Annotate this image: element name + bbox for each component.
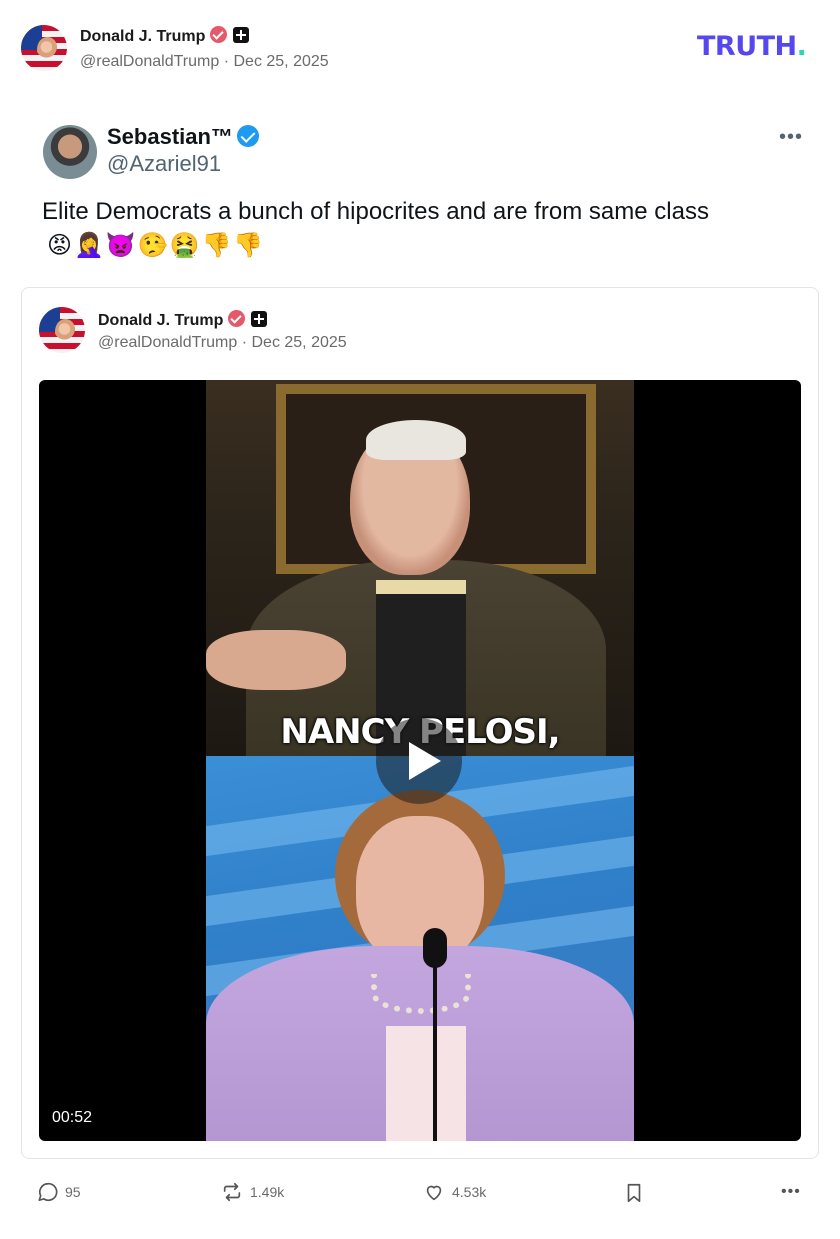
embedded-author-avatar [43, 125, 97, 179]
truth-logo[interactable]: TRUTH. [697, 31, 807, 62]
necklace [371, 974, 471, 1014]
author-meta: @realDonaldTrump · Dec 25, 2025 [80, 53, 329, 70]
video-duration: 00:52 [52, 1109, 93, 1126]
bookmark-button[interactable] [623, 1181, 645, 1205]
more-icon: ••• [781, 1183, 801, 1200]
author-avatar[interactable] [21, 25, 67, 71]
play-icon[interactable] [376, 718, 462, 804]
video-player[interactable]: NANCY PELOSI, 00:52 [39, 380, 801, 1141]
woman-top [386, 1026, 466, 1141]
embedded-post-text: Elite Democrats a bunch of hipocrites an… [42, 198, 709, 225]
embedded-post-emojis: 😡🤦‍♀️👿🤥🤮👎👎 [47, 231, 266, 259]
reply-button[interactable]: 95 [37, 1181, 81, 1203]
quoted-author-meta: @realDonaldTrump · Dec 25, 2025 [98, 334, 347, 351]
retruth-count: 1.49k [250, 1184, 285, 1200]
man-hair [366, 420, 466, 460]
x-verified-icon [236, 125, 259, 147]
quoted-post-date[interactable]: Dec 25, 2025 [251, 334, 346, 351]
plus-badge-icon [251, 311, 268, 327]
woman-face [356, 816, 484, 966]
heart-icon [426, 1185, 442, 1201]
repost-icon [223, 1182, 241, 1202]
plus-badge-icon [233, 27, 250, 43]
microphone-icon [423, 928, 447, 968]
video-frame-bottom [206, 756, 634, 1141]
reply-count: 95 [65, 1184, 81, 1200]
video-frame-top: NANCY PELOSI, [206, 380, 634, 760]
like-button[interactable]: 4.53k [422, 1181, 486, 1203]
embedded-more-icon: ••• [779, 126, 804, 148]
author-handle[interactable]: @realDonaldTrump [80, 53, 219, 70]
quoted-author-name[interactable]: Donald J. Trump [98, 312, 223, 329]
post-date[interactable]: Dec 25, 2025 [233, 53, 328, 70]
embedded-author-name-row: Sebastian™ [107, 124, 259, 150]
embedded-author-name: Sebastian™ [107, 124, 233, 149]
more-button[interactable]: ••• [781, 1183, 801, 1201]
verified-badge-icon [228, 310, 246, 327]
man-hand [206, 630, 346, 690]
comment-icon [38, 1182, 58, 1202]
quoted-author-avatar[interactable] [39, 307, 85, 353]
verified-badge-icon [210, 26, 228, 43]
retruth-button[interactable]: 1.49k [220, 1181, 284, 1203]
embedded-author-handle: @Azariel91 [107, 151, 222, 176]
bookmark-icon [627, 1183, 641, 1203]
quoted-author-name-row[interactable]: Donald J. Trump [98, 310, 268, 330]
like-count: 4.53k [452, 1184, 487, 1200]
quoted-author-handle[interactable]: @realDonaldTrump [98, 334, 237, 351]
author-name[interactable]: Donald J. Trump [80, 28, 205, 45]
author-name-row[interactable]: Donald J. Trump [80, 26, 250, 46]
